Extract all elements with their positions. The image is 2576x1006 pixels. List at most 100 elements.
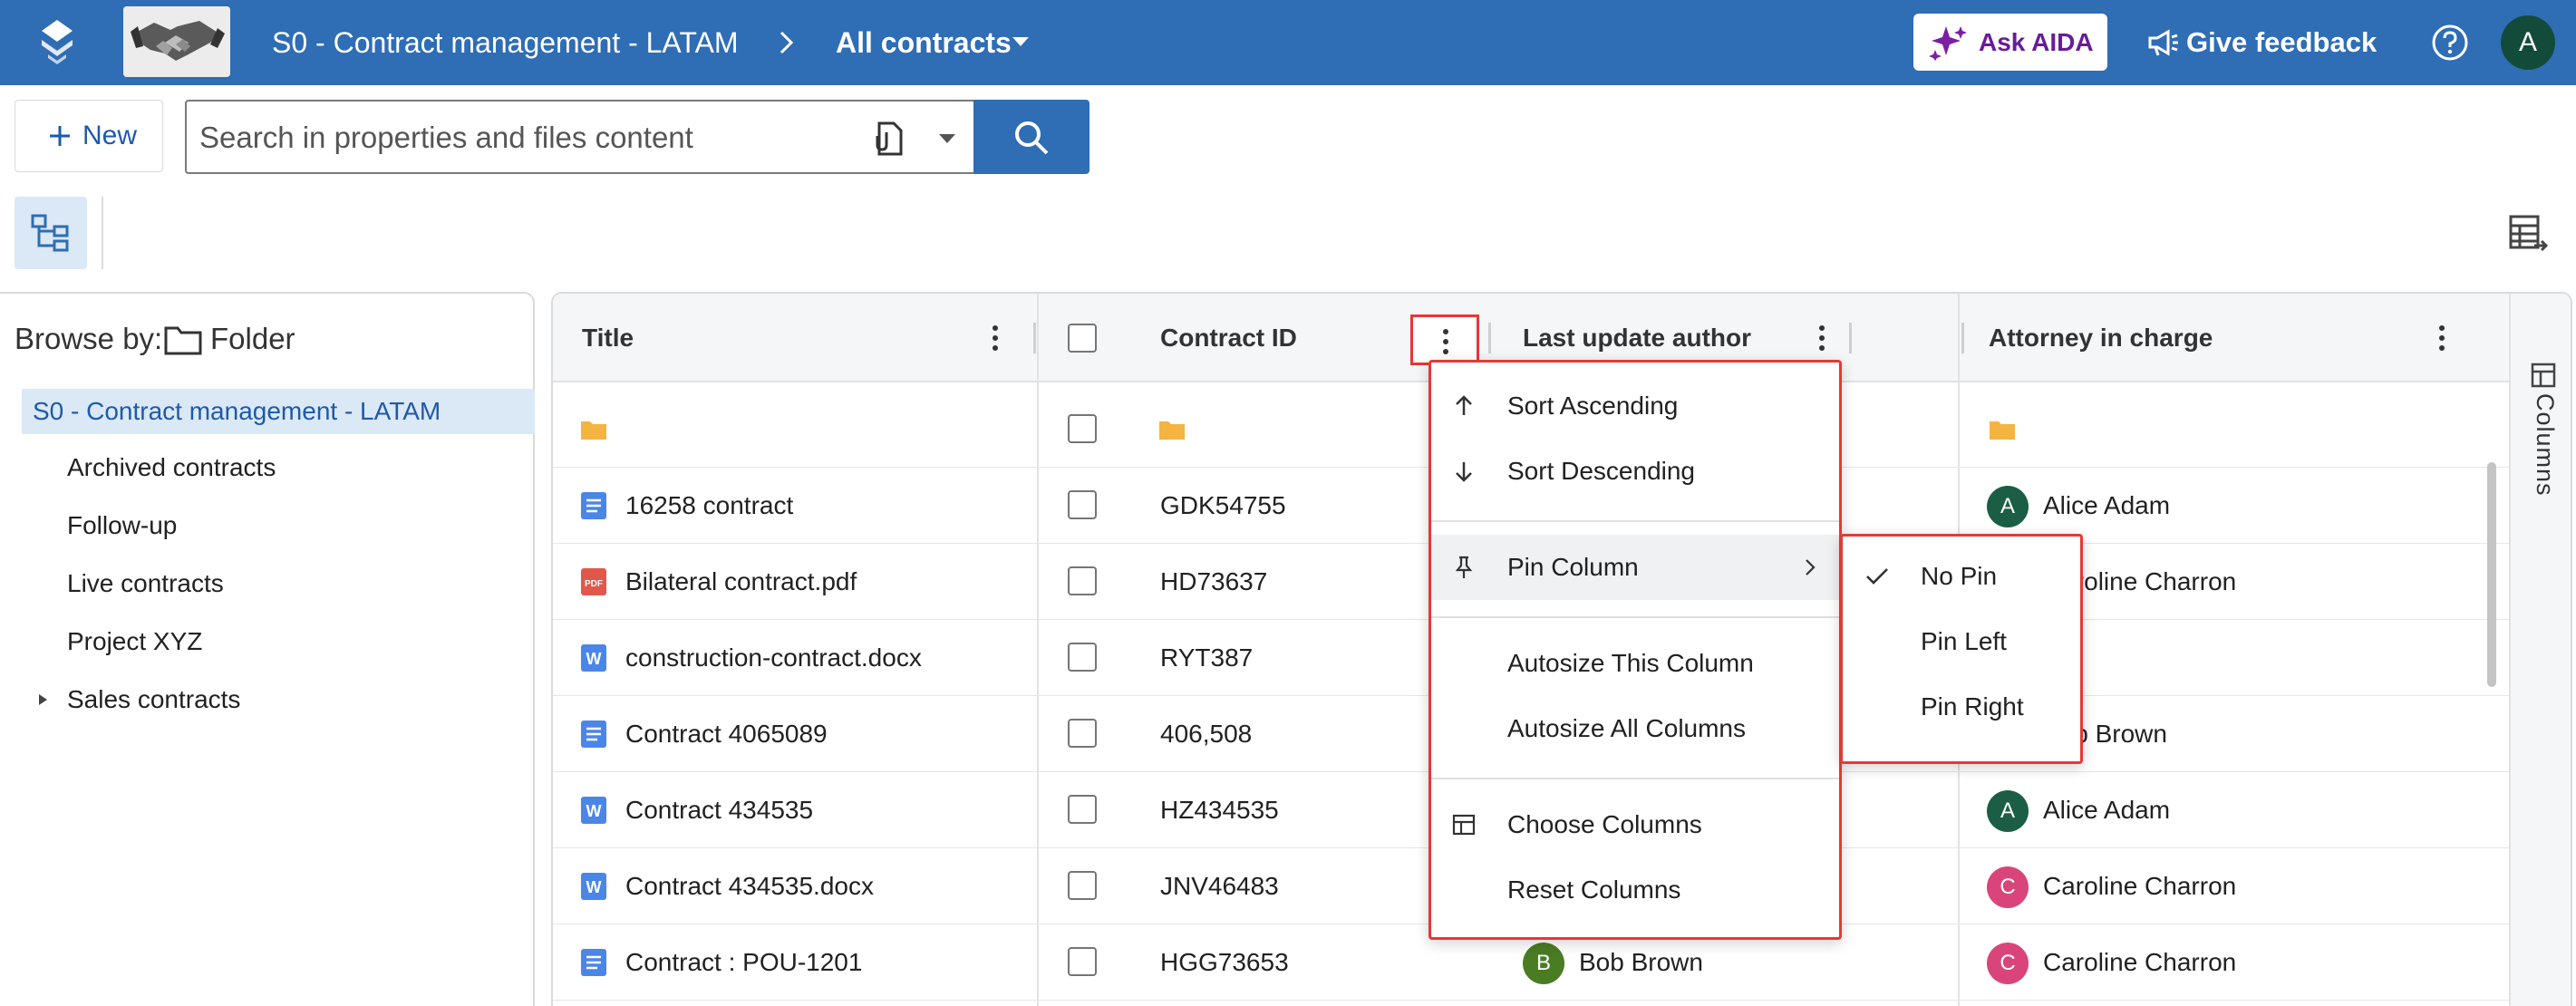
attorney-avatar: A [1987, 486, 2029, 527]
pin-icon [1455, 556, 1473, 578]
tree-item-label: Project XYZ [67, 627, 203, 655]
row-checkbox[interactable] [1068, 414, 1097, 443]
tree-item-live[interactable]: Live contracts [22, 561, 535, 606]
menu-item-choose-columns[interactable]: Choose Columns [1431, 792, 1839, 857]
svg-text:W: W [586, 802, 602, 820]
pin-option-label: No Pin [1921, 562, 1998, 590]
column-header-title[interactable]: Title [582, 294, 634, 382]
cell-title: 16258 contract [625, 491, 794, 519]
menu-item-label: Autosize All Columns [1507, 714, 1747, 742]
tree-item-project-xyz[interactable]: Project XYZ [22, 619, 535, 664]
menu-item-autosize-all[interactable]: Autosize All Columns [1431, 696, 1839, 761]
pin-option-pin-right[interactable]: Pin Right [1843, 674, 2080, 740]
view-selector[interactable]: All contracts [836, 0, 1012, 85]
cell-title: construction-contract.docx [625, 643, 922, 672]
document-icon [581, 721, 606, 748]
new-button[interactable]: New [15, 100, 163, 172]
column-resize-handle[interactable] [1033, 323, 1036, 353]
workspace-title[interactable]: S0 - Contract management - LATAM [272, 0, 739, 85]
cell-contract-id: HZ434535 [1160, 796, 1279, 824]
help-icon[interactable] [2431, 24, 2469, 62]
tree-item-archived[interactable]: Archived contracts [22, 445, 535, 490]
svg-text:PDF: PDF [585, 579, 603, 589]
menu-item-reset-columns[interactable]: Reset Columns [1431, 857, 1839, 923]
cell-contract-id: JNV46483 [1160, 872, 1279, 900]
row-checkbox[interactable] [1068, 719, 1097, 748]
row-checkbox[interactable] [1068, 643, 1097, 672]
top-bar: S0 - Contract management - LATAM All con… [0, 0, 2576, 85]
menu-item-pin-column[interactable]: Pin Column [1431, 535, 1839, 600]
menu-item-autosize-this[interactable]: Autosize This Column [1431, 631, 1839, 696]
export-table-icon[interactable] [2507, 213, 2549, 255]
pin-option-label: Pin Left [1921, 627, 2007, 655]
row-checkbox[interactable] [1068, 871, 1097, 900]
author-avatar: B [1523, 943, 1564, 984]
menu-item-label: Sort Ascending [1507, 392, 1679, 420]
cell-contract-id: HGG73653 [1160, 948, 1289, 976]
arrow-up-icon [1456, 395, 1472, 415]
cell-attorney: Caroline Charron [2043, 872, 2237, 900]
pin-column-submenu: No Pin Pin Left Pin Right [1840, 534, 2083, 764]
word-icon: W [581, 644, 606, 672]
tree-view-toggle[interactable] [15, 197, 87, 269]
column-resize-handle[interactable] [1488, 323, 1491, 353]
contract-id-column-menu-button[interactable] [1410, 314, 1479, 365]
svg-text:W: W [586, 650, 602, 668]
search-options-caret-icon[interactable] [937, 132, 957, 145]
search-field[interactable] [185, 100, 975, 174]
browse-by-header[interactable]: Browse by: Folder [15, 316, 295, 362]
expand-caret-icon[interactable] [36, 692, 49, 707]
folder-icon [1990, 421, 2015, 440]
author-column-menu-icon[interactable] [1811, 322, 1833, 354]
search-button[interactable] [973, 100, 1089, 174]
search-icon [1015, 121, 1049, 155]
tree-item-root[interactable]: S0 - Contract management - LATAM [22, 389, 535, 434]
svg-text:W: W [586, 878, 602, 896]
workspace-thumbnail[interactable] [123, 6, 230, 77]
cell-attorney: Caroline Charron [2043, 948, 2237, 976]
row-checkbox[interactable] [1068, 490, 1097, 519]
attorney-avatar: C [1987, 866, 2029, 908]
column-resize-handle[interactable] [1961, 323, 1964, 353]
row-checkbox[interactable] [1068, 947, 1097, 976]
arrow-down-icon [1456, 462, 1472, 482]
menu-item-sort-ascending[interactable]: Sort Ascending [1431, 373, 1839, 439]
vertical-scrollbar[interactable] [2487, 462, 2496, 687]
menu-item-label: Sort Descending [1507, 457, 1696, 485]
tree-item-label: Live contracts [67, 569, 224, 597]
tree-item-sales[interactable]: Sales contracts [22, 677, 535, 722]
file-content-search-icon[interactable] [868, 120, 906, 158]
row-checkbox[interactable] [1068, 566, 1097, 595]
pin-option-label: Pin Right [1921, 692, 2024, 721]
column-options-menu: Sort Ascending Sort Descending Pin Colum… [1428, 360, 1842, 940]
columns-side-tab[interactable]: Columns [2509, 294, 2571, 1006]
tree-item-label: Sales contracts [67, 685, 241, 713]
document-icon [581, 492, 606, 519]
column-header-contract-id[interactable]: Contract ID [1160, 294, 1297, 382]
row-checkbox[interactable] [1068, 795, 1097, 824]
menu-item-sort-descending[interactable]: Sort Descending [1431, 439, 1839, 504]
app-logo-icon[interactable] [34, 18, 80, 65]
plus-icon [50, 126, 70, 146]
column-resize-handle[interactable] [1849, 323, 1852, 353]
tree-item-follow-up[interactable]: Follow-up [22, 503, 535, 548]
menu-divider [1431, 520, 1839, 522]
cell-contract-id: RYT387 [1160, 643, 1254, 672]
select-all-checkbox[interactable] [1068, 324, 1097, 353]
folder-outline-icon [164, 326, 202, 355]
tree-item-label: Archived contracts [67, 453, 276, 481]
caret-down-icon[interactable] [1011, 34, 1031, 49]
title-column-menu-icon[interactable] [984, 322, 1006, 354]
pin-option-no-pin[interactable]: No Pin [1843, 544, 2080, 609]
pin-option-pin-left[interactable]: Pin Left [1843, 609, 2080, 674]
attorney-column-menu-icon[interactable] [2431, 322, 2453, 354]
ask-aida-button[interactable]: Ask AIDA [1913, 14, 2107, 71]
search-input[interactable] [199, 112, 852, 163]
column-header-attorney[interactable]: Attorney in charge [1989, 294, 2213, 382]
cell-title: Bilateral contract.pdf [625, 567, 857, 595]
user-avatar[interactable]: A [2501, 15, 2555, 70]
folder-icon [581, 421, 606, 440]
cell-contract-id: GDK54755 [1160, 491, 1286, 519]
give-feedback-button[interactable]: Give feedback [2146, 0, 2382, 85]
document-icon [581, 949, 606, 976]
